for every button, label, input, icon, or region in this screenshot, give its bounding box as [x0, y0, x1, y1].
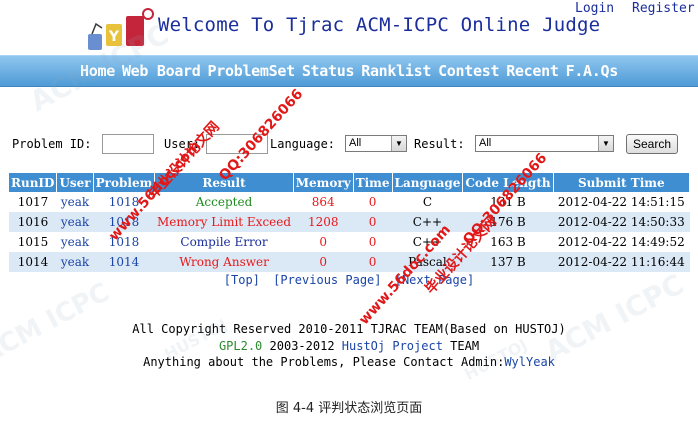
admin-link[interactable]: WylYeak: [504, 355, 555, 369]
col-header-submit-time: Submit Time: [553, 173, 691, 192]
submit-time-value: 2012-04-22 11:16:44: [553, 252, 690, 272]
language-value: C++: [392, 212, 463, 232]
site-logo: Y: [88, 8, 154, 50]
register-link[interactable]: Register: [632, 1, 695, 16]
problem-link[interactable]: 1018: [93, 212, 155, 232]
result-status: Accepted: [154, 192, 294, 212]
col-header-user: User: [56, 173, 94, 192]
nav-recent[interactable]: Recent: [506, 62, 559, 80]
memory-value: 864: [293, 192, 354, 212]
submit-time-value: 2012-04-22 14:50:33: [553, 212, 690, 232]
footer: All Copyright Reserved 2010-2011 TJRAC T…: [0, 321, 698, 371]
site-title: Welcome To Tjrac ACM-ICPC Online Judge: [158, 14, 601, 36]
run-id: 1014: [9, 252, 57, 272]
code-length-value: 176 B: [462, 212, 554, 232]
license-line: GPL2.0 2003-2012 HustOj Project TEAM: [0, 338, 698, 355]
problem-link[interactable]: 1014: [93, 252, 155, 272]
nav-ranklist[interactable]: Ranklist: [361, 62, 431, 80]
next-page-link[interactable]: [Next Page]: [395, 273, 474, 287]
col-header-problem: Problem: [93, 173, 156, 192]
hustoj-project-link[interactable]: HustOj Project: [342, 339, 443, 353]
license-years: 2003-2012: [262, 338, 342, 353]
main-nav: Home Web Board ProblemSet Status Ranklis…: [0, 55, 698, 87]
svg-text:Y: Y: [108, 29, 120, 45]
problem-id-input[interactable]: [102, 134, 154, 154]
language-select[interactable]: All ▼: [345, 135, 407, 152]
nav-faqs[interactable]: F.A.Qs: [566, 62, 619, 80]
top-link[interactable]: [Top]: [224, 273, 260, 287]
nav-web-board[interactable]: Web Board: [122, 62, 201, 80]
problem-id-label: Problem ID:: [12, 137, 92, 151]
code-length-value: 137 B: [462, 252, 554, 272]
code-length-value: 163 B: [462, 232, 554, 252]
gpl-link[interactable]: GPL2.0: [219, 339, 262, 353]
problem-link[interactable]: 1018: [93, 232, 155, 252]
table-header-row: RunID User Problem Result Memory Time La…: [9, 173, 691, 192]
contact-text: Anything about the Problems, Please Cont…: [143, 355, 505, 369]
result-status: Memory Limit Exceed: [154, 212, 294, 232]
status-filter-form: Problem ID: User: Language: All ▼ Result…: [10, 133, 690, 157]
run-id: 1016: [9, 212, 57, 232]
code-length-value: 131 B: [462, 192, 554, 212]
table-row: 1016 yeak 1018 Memory Limit Exceed 1208 …: [9, 212, 690, 232]
nav-contest[interactable]: Contest: [438, 62, 499, 80]
language-value: C++: [392, 232, 463, 252]
run-id: 1017: [9, 192, 57, 212]
memory-value: 1208: [293, 212, 354, 232]
chevron-down-icon: ▼: [598, 136, 613, 151]
user-link[interactable]: yeak: [56, 212, 94, 232]
problem-link[interactable]: 1018: [93, 192, 155, 212]
run-id: 1015: [9, 232, 57, 252]
nav-home[interactable]: Home: [80, 62, 115, 80]
pager: [Top] [Previous Page] [Next Page]: [0, 273, 698, 287]
time-value: 0: [353, 192, 393, 212]
search-button[interactable]: Search: [626, 134, 679, 154]
time-value: 0: [353, 252, 393, 272]
result-status[interactable]: Compile Error: [154, 232, 294, 252]
language-label: Language:: [270, 137, 336, 151]
col-header-result: Result: [154, 173, 294, 192]
col-header-code-length: Code Length: [462, 173, 554, 192]
table-row: 1017 yeak 1018 Accepted 864 0 C 131 B 20…: [9, 192, 690, 212]
memory-value: 0: [293, 252, 354, 272]
table-row: 1014 yeak 1014 Wrong Answer 0 0 Pascal 1…: [9, 252, 690, 272]
col-header-time: Time: [353, 173, 393, 192]
chevron-down-icon: ▼: [391, 136, 406, 151]
time-value: 0: [353, 232, 393, 252]
status-table: RunID User Problem Result Memory Time La…: [9, 173, 691, 272]
language-value: C: [392, 192, 463, 212]
user-input[interactable]: [206, 134, 268, 154]
license-team: TEAM: [442, 338, 480, 353]
nav-problemset[interactable]: ProblemSet: [208, 62, 296, 80]
figure-caption: 图 4-4 评判状态浏览页面: [275, 401, 423, 416]
submit-time-value: 2012-04-22 14:49:52: [553, 232, 690, 252]
user-link[interactable]: yeak: [56, 252, 94, 272]
result-select[interactable]: All ▼: [475, 135, 614, 152]
contact-line: Anything about the Problems, Please Cont…: [0, 354, 698, 371]
result-label: Result:: [414, 137, 465, 151]
nav-status[interactable]: Status: [302, 62, 355, 80]
memory-value: 0: [293, 232, 354, 252]
previous-page-link[interactable]: [Previous Page]: [273, 273, 381, 287]
submit-time-value: 2012-04-22 14:51:15: [553, 192, 690, 212]
time-value: 0: [353, 212, 393, 232]
user-link[interactable]: yeak: [56, 192, 94, 212]
col-header-runid: RunID: [9, 173, 58, 192]
result-status: Wrong Answer: [154, 252, 294, 272]
col-header-language: Language: [392, 173, 464, 192]
col-header-memory: Memory: [293, 173, 354, 192]
login-link[interactable]: Login: [575, 1, 614, 16]
copyright-line: All Copyright Reserved 2010-2011 TJRAC T…: [132, 322, 566, 336]
user-link[interactable]: yeak: [56, 232, 94, 252]
language-value: Pascal: [392, 252, 463, 272]
table-row: 1015 yeak 1018 Compile Error 0 0 C++ 163…: [9, 232, 690, 252]
result-selected: All: [479, 137, 492, 149]
language-selected: All: [349, 137, 362, 149]
user-label: User:: [164, 137, 201, 151]
